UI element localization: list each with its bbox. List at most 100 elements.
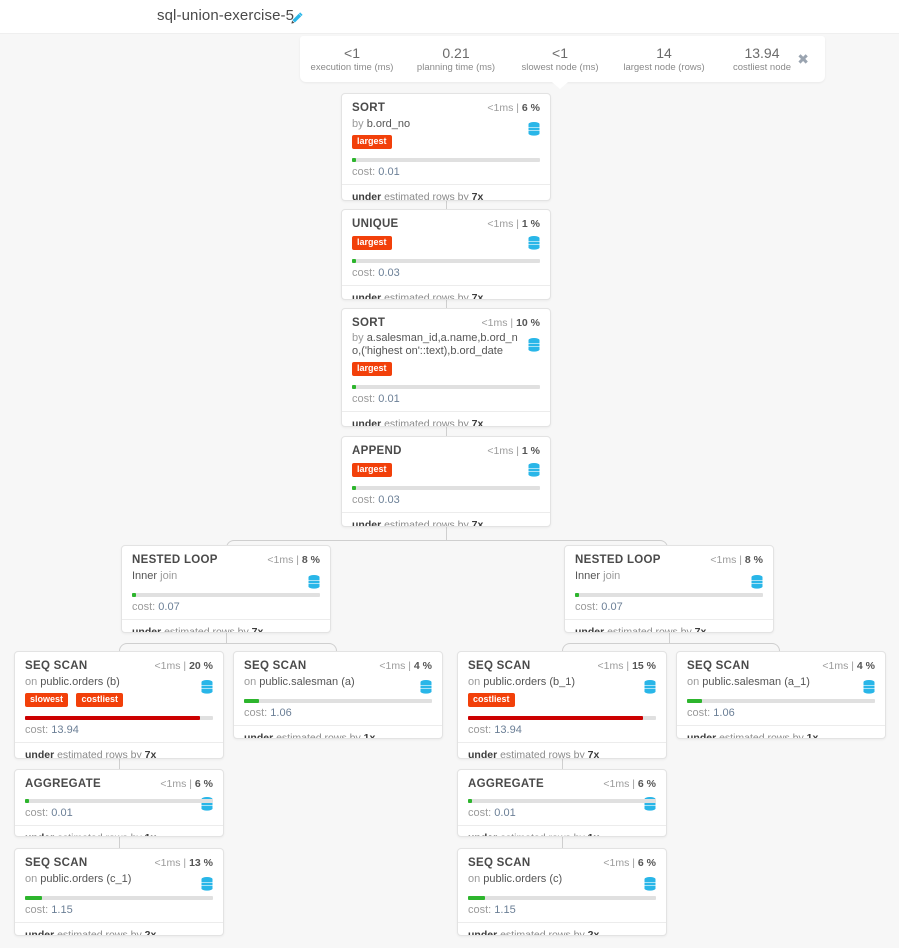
node-header: SEQ SCAN <1ms | 4 % [244, 660, 432, 672]
node-metrics: <1ms | 6 % [603, 857, 656, 869]
node-subtitle: Inner join [575, 569, 763, 583]
node-pct: 1 % [521, 218, 540, 230]
plan-node-seqscan-orders-c1[interactable]: SEQ SCAN <1ms | 13 % on public.orders (c… [14, 848, 224, 936]
node-header: SEQ SCAN <1ms | 15 % [468, 660, 656, 672]
cost-bar-fill [468, 896, 485, 900]
est-factor: 7x [471, 418, 484, 427]
node-sub-value: public.salesman (a) [259, 676, 355, 688]
est-text: estimated rows by [497, 929, 588, 936]
est-direction: under [25, 929, 55, 936]
est-factor: 7x [471, 519, 484, 527]
cost-label: cost: [25, 904, 52, 916]
plan-node-unique-1[interactable]: UNIQUE <1ms | 1 % largest cost: 0.03 und… [341, 209, 551, 300]
node-sub-value: a.salesman_id,a.name,b.ord_no,('highest … [352, 332, 518, 357]
titlebar: sql-union-exercise-5 [0, 0, 899, 34]
cost-value: 0.03 [378, 267, 400, 279]
database-icon[interactable] [528, 236, 540, 250]
est-direction: under [352, 191, 382, 201]
node-cost: cost: 0.01 [352, 166, 540, 184]
node-estimate: under estimated rows by 7x [342, 512, 550, 527]
node-estimate: under estimated rows by 1x [15, 825, 223, 836]
node-pct: 1 % [521, 445, 540, 457]
database-icon[interactable] [751, 575, 763, 589]
cost-label: cost: [468, 807, 495, 819]
badge-largest: largest [352, 236, 392, 250]
plan-node-nested-loop-left[interactable]: NESTED LOOP <1ms | 8 % Inner join cost: … [121, 545, 331, 633]
close-icon[interactable]: ✖ [797, 52, 809, 66]
plan-node-nested-loop-right[interactable]: NESTED LOOP <1ms | 8 % Inner join cost: … [564, 545, 774, 633]
plan-node-sort-2[interactable]: SORT <1ms | 10 % by a.salesman_id,a.name… [341, 308, 551, 427]
est-factor: 7x [587, 749, 600, 759]
node-header: SEQ SCAN <1ms | 4 % [687, 660, 875, 672]
node-sep: | [632, 778, 635, 790]
node-cost: cost: 0.07 [575, 601, 763, 619]
plan-node-aggregate-left[interactable]: AGGREGATE <1ms | 6 % cost: 0.01 under es… [14, 769, 224, 837]
node-header: AGGREGATE <1ms | 6 % [25, 778, 213, 790]
node-metrics: <1ms | 1 % [487, 445, 540, 457]
cost-bar-fill [468, 799, 472, 803]
database-icon[interactable] [528, 122, 540, 136]
node-estimate: under estimated rows by 7x [15, 742, 223, 758]
page-title: sql-union-exercise-5 [157, 7, 295, 24]
stat-planning-time: 0.21 planning time (ms) [404, 45, 508, 74]
node-subtitle: on public.salesman (a_1) [687, 675, 875, 689]
plan-node-append-1[interactable]: APPEND <1ms | 1 % largest cost: 0.03 und… [341, 436, 551, 527]
cost-bar [687, 699, 875, 703]
node-pct: 6 % [637, 857, 656, 869]
node-estimate: under estimated rows by 2x [458, 922, 666, 936]
plan-node-seqscan-orders-b1[interactable]: SEQ SCAN <1ms | 15 % on public.orders (b… [457, 651, 667, 759]
plan-node-seqscan-salesman-a[interactable]: SEQ SCAN <1ms | 4 % on public.salesman (… [233, 651, 443, 739]
node-pct: 8 % [744, 554, 763, 566]
database-icon[interactable] [528, 463, 540, 477]
database-icon[interactable] [201, 680, 213, 694]
plan-node-seqscan-orders-b[interactable]: SEQ SCAN <1ms | 20 % on public.orders (b… [14, 651, 224, 759]
node-header: SEQ SCAN <1ms | 13 % [25, 857, 213, 869]
cost-bar [132, 593, 320, 597]
database-icon[interactable] [644, 877, 656, 891]
cost-bar [575, 593, 763, 597]
cost-value: 1.06 [270, 707, 292, 719]
node-estimate: under estimated rows by 7x [565, 619, 773, 633]
node-pct: 4 % [413, 660, 432, 672]
node-sep: | [183, 660, 187, 672]
cost-value: 1.06 [713, 707, 735, 719]
node-type: SEQ SCAN [25, 660, 88, 672]
node-cost: cost: 0.07 [132, 601, 320, 619]
cost-label: cost: [468, 904, 495, 916]
node-pct: 6 % [521, 102, 540, 114]
node-metrics: <1ms | 20 % [155, 660, 213, 672]
pencil-icon[interactable] [290, 11, 304, 25]
cost-label: cost: [352, 166, 379, 178]
database-icon[interactable] [201, 877, 213, 891]
node-time: <1ms [597, 660, 624, 672]
node-sep: | [626, 660, 630, 672]
database-icon[interactable] [308, 575, 320, 589]
cost-bar-fill [25, 896, 42, 900]
est-text: estimated rows by [497, 749, 588, 759]
plan-node-seqscan-orders-c[interactable]: SEQ SCAN <1ms | 6 % on public.orders (c)… [457, 848, 667, 936]
database-icon[interactable] [420, 680, 432, 694]
cost-value: 0.07 [601, 601, 623, 613]
node-time: <1ms [710, 554, 737, 566]
plan-node-seqscan-salesman-a1[interactable]: SEQ SCAN <1ms | 4 % on public.salesman (… [676, 651, 886, 739]
node-metrics: <1ms | 15 % [598, 660, 656, 672]
node-sep: | [189, 778, 192, 790]
est-direction: under [575, 626, 605, 633]
node-sep: | [296, 554, 299, 566]
node-time: <1ms [487, 445, 514, 457]
node-sub-value: b.ord_no [366, 118, 411, 130]
node-sub-prefix: Inner [132, 570, 161, 582]
node-badges: largest [352, 463, 540, 478]
database-icon[interactable] [528, 338, 540, 352]
plan-node-aggregate-right[interactable]: AGGREGATE <1ms | 6 % cost: 0.01 under es… [457, 769, 667, 837]
stat-slowest-node: <1 slowest node (ms) [508, 45, 612, 74]
node-metrics: <1ms | 8 % [710, 554, 763, 566]
plan-node-sort-1[interactable]: SORT <1ms | 6 % by b.ord_no largest cost… [341, 93, 551, 201]
node-type: SEQ SCAN [468, 857, 531, 869]
node-metrics: <1ms | 6 % [603, 778, 656, 790]
cost-value: 0.01 [378, 166, 400, 178]
database-icon[interactable] [644, 680, 656, 694]
badge-costliest: costliest [76, 693, 123, 707]
node-sub-prefix: on [25, 676, 41, 688]
database-icon[interactable] [863, 680, 875, 694]
